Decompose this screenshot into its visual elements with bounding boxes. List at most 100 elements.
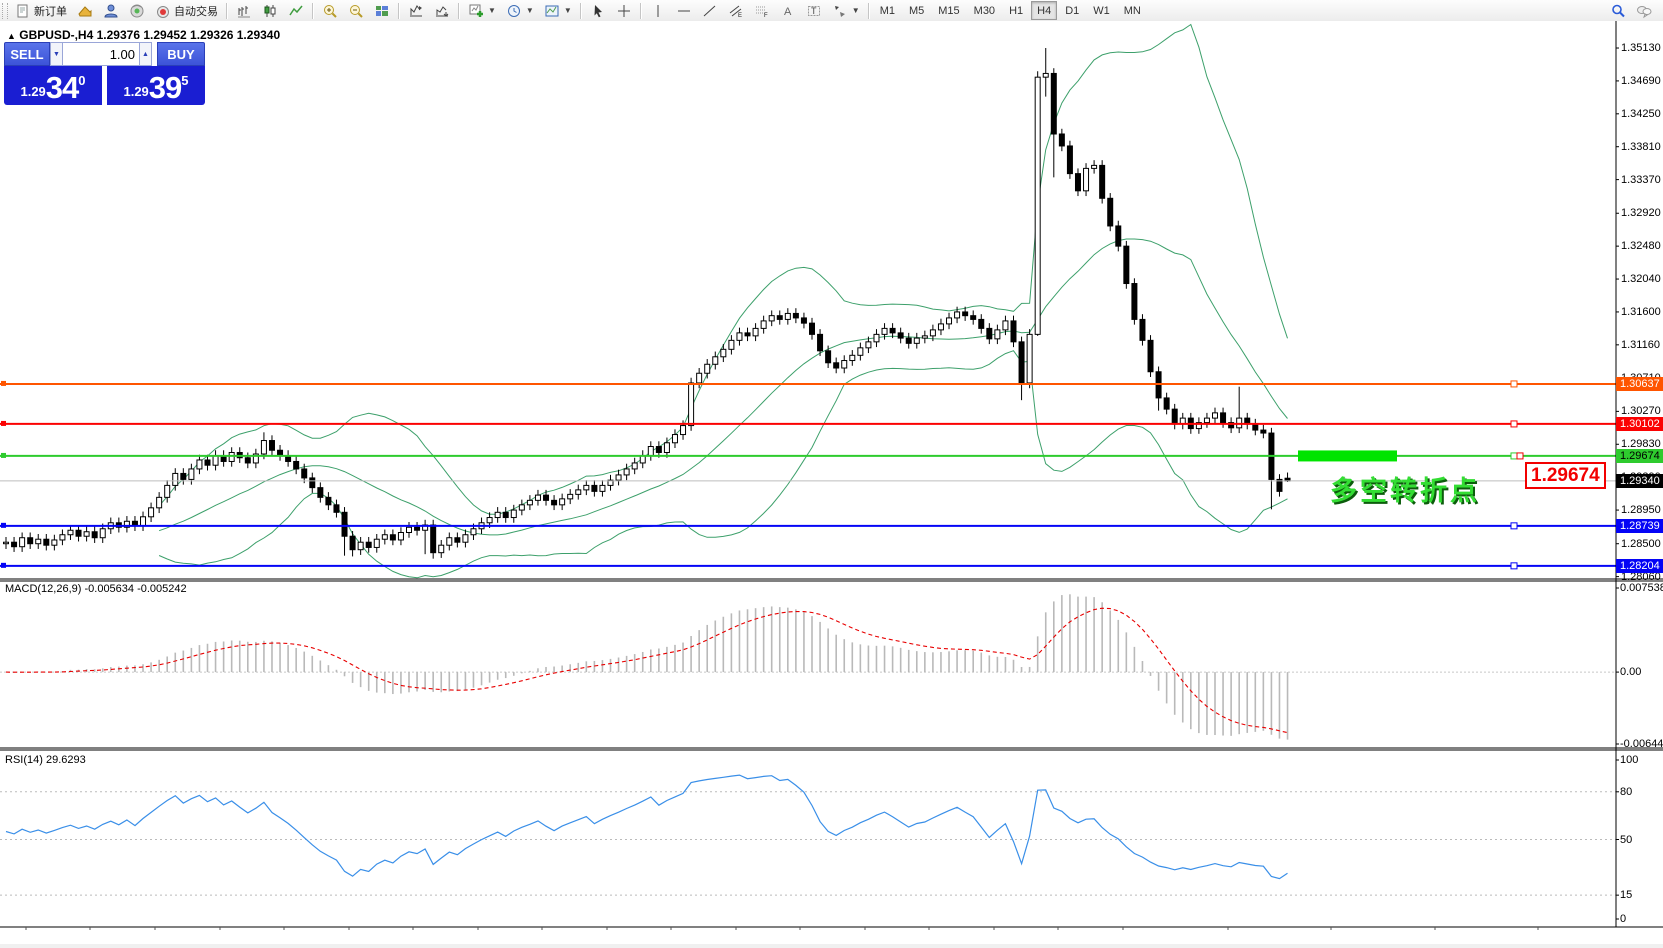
auto-trading-icon bbox=[155, 3, 171, 19]
auto-scroll-icon bbox=[434, 3, 450, 19]
timeframe-m1[interactable]: M1 bbox=[874, 1, 901, 20]
rsi-line bbox=[6, 775, 1288, 879]
macd-histogram bbox=[6, 594, 1288, 739]
rsi-axis-tick: 15 bbox=[1620, 889, 1632, 901]
quotes-button[interactable] bbox=[72, 1, 98, 21]
price-tick: 1.34250 bbox=[1621, 108, 1661, 120]
chart-header: ▲ GBPUSD-,H4 1.29376 1.29452 1.29326 1.2… bbox=[7, 28, 280, 42]
candle-chart-icon bbox=[262, 3, 278, 19]
macd-axis-tick: 0.007538 bbox=[1620, 582, 1663, 594]
text-button[interactable]: A bbox=[775, 1, 801, 21]
mt4-window: 新订单 自动交易 bbox=[0, 0, 1663, 948]
toolbar-separator bbox=[868, 3, 870, 19]
new-chart-icon bbox=[468, 3, 484, 19]
zoom-in-button[interactable] bbox=[317, 1, 343, 21]
new-order-button[interactable]: 新订单 bbox=[10, 1, 72, 21]
bottom-strip bbox=[0, 944, 1663, 948]
volume-input[interactable]: 1.00 bbox=[63, 42, 139, 66]
templates-button[interactable]: ▼ bbox=[539, 1, 577, 21]
toolbar-separator bbox=[580, 3, 582, 19]
market-watch-button[interactable] bbox=[98, 1, 124, 21]
chat-button[interactable] bbox=[1631, 1, 1657, 21]
zoom-out-button[interactable] bbox=[343, 1, 369, 21]
price-line-tag-1.28739: 1.28739 bbox=[1616, 519, 1663, 533]
text-label-button[interactable]: T bbox=[801, 1, 827, 21]
bar-chart-icon bbox=[236, 3, 252, 19]
timeframe-h1[interactable]: H1 bbox=[1003, 1, 1029, 20]
rsi-axis-tick: 80 bbox=[1620, 786, 1632, 798]
timeframe-h4[interactable]: H4 bbox=[1031, 1, 1057, 20]
price-tick: 1.32920 bbox=[1621, 207, 1661, 219]
chart-shift-button[interactable] bbox=[403, 1, 429, 21]
line-chart-button[interactable] bbox=[283, 1, 309, 21]
text-label-icon: T bbox=[806, 3, 822, 19]
toolbar: 新订单 自动交易 bbox=[0, 0, 1663, 22]
vertical-line-icon bbox=[650, 3, 666, 19]
search-button[interactable] bbox=[1605, 1, 1631, 21]
timeframe-mn[interactable]: MN bbox=[1118, 1, 1147, 20]
templates-icon bbox=[544, 3, 560, 19]
timeframe-w1[interactable]: W1 bbox=[1087, 1, 1116, 20]
tile-windows-button[interactable] bbox=[369, 1, 395, 21]
bollinger-middle bbox=[159, 239, 1287, 535]
arrows-button[interactable]: ▼ bbox=[827, 1, 865, 21]
horizontal-line-button[interactable] bbox=[671, 1, 697, 21]
cursor-button[interactable] bbox=[585, 1, 611, 21]
search-icon bbox=[1610, 3, 1626, 19]
fibonacci-icon: F bbox=[754, 3, 770, 19]
new-chart-button[interactable]: ▼ bbox=[463, 1, 501, 21]
timeframe-d1[interactable]: D1 bbox=[1059, 1, 1085, 20]
dropdown-arrow-icon: ▼ bbox=[526, 6, 534, 15]
sell-price-pipette: 0 bbox=[78, 73, 85, 88]
buy-price[interactable]: 1.29 39 5 bbox=[107, 66, 205, 105]
sell-price-pips: 34 bbox=[46, 73, 78, 102]
auto-trading-button[interactable]: 自动交易 bbox=[150, 1, 223, 21]
highlight-zone[interactable] bbox=[1298, 450, 1397, 461]
trend-line-button[interactable] bbox=[697, 1, 723, 21]
toolbar-separator bbox=[398, 3, 400, 19]
svg-text:T: T bbox=[811, 6, 817, 16]
crosshair-button[interactable] bbox=[611, 1, 637, 21]
volume-down-button[interactable]: ▼ bbox=[50, 42, 63, 66]
signals-button[interactable] bbox=[124, 1, 150, 21]
turning-point-annotation[interactable]: 多空转折点 bbox=[1330, 469, 1480, 508]
volume-up-button[interactable]: ▲ bbox=[139, 42, 152, 66]
periods-button[interactable]: ▼ bbox=[501, 1, 539, 21]
bar-chart-button[interactable] bbox=[231, 1, 257, 21]
arrows-icon bbox=[832, 3, 848, 19]
sell-price[interactable]: 1.29 34 0 bbox=[4, 66, 102, 105]
rsi-axis-tick: 0 bbox=[1620, 913, 1626, 925]
auto-scroll-button[interactable] bbox=[429, 1, 455, 21]
collapse-panel-icon[interactable]: ▲ bbox=[7, 31, 16, 41]
vertical-line-button[interactable] bbox=[645, 1, 671, 21]
tile-windows-icon bbox=[374, 3, 390, 19]
buy-button[interactable]: BUY bbox=[157, 42, 205, 66]
equidistant-channel-button[interactable]: E bbox=[723, 1, 749, 21]
chart-symbol-period: GBPUSD-,H4 bbox=[19, 28, 93, 42]
current-price-tag: 1.29340 bbox=[1616, 474, 1663, 488]
dropdown-arrow-icon: ▼ bbox=[852, 6, 860, 15]
quotes-icon bbox=[77, 3, 93, 19]
timeframe-bar: M1M5M15M30H1H4D1W1MN bbox=[873, 1, 1148, 20]
price-callout-box[interactable]: 1.29674 bbox=[1525, 462, 1606, 489]
sell-button[interactable]: SELL bbox=[4, 42, 50, 66]
one-click-trading-panel: SELL ▼ 1.00 ▲ BUY 1.29 34 0 1.29 39 5 bbox=[4, 42, 205, 105]
price-tick: 1.34690 bbox=[1621, 75, 1661, 87]
candle-chart-button[interactable] bbox=[257, 1, 283, 21]
macd-axis-tick: 0.00 bbox=[1620, 666, 1641, 678]
svg-text:F: F bbox=[764, 13, 768, 19]
buy-price-base: 1.29 bbox=[123, 84, 148, 99]
timeframe-m15[interactable]: M15 bbox=[932, 1, 965, 20]
price-tick: 1.31600 bbox=[1621, 306, 1661, 318]
price-tick: 1.28950 bbox=[1621, 504, 1661, 516]
fibonacci-button[interactable]: F bbox=[749, 1, 775, 21]
price-tick: 1.28500 bbox=[1621, 538, 1661, 550]
toolbar-grip[interactable] bbox=[2, 3, 8, 19]
signals-icon bbox=[129, 3, 145, 19]
trend-line-icon bbox=[702, 3, 718, 19]
buy-price-pipette: 5 bbox=[181, 73, 188, 88]
chart-area[interactable]: ▲ GBPUSD-,H4 1.29376 1.29452 1.29326 1.2… bbox=[0, 21, 1663, 948]
chart-shift-icon bbox=[408, 3, 424, 19]
timeframe-m5[interactable]: M5 bbox=[903, 1, 930, 20]
timeframe-m30[interactable]: M30 bbox=[968, 1, 1001, 20]
